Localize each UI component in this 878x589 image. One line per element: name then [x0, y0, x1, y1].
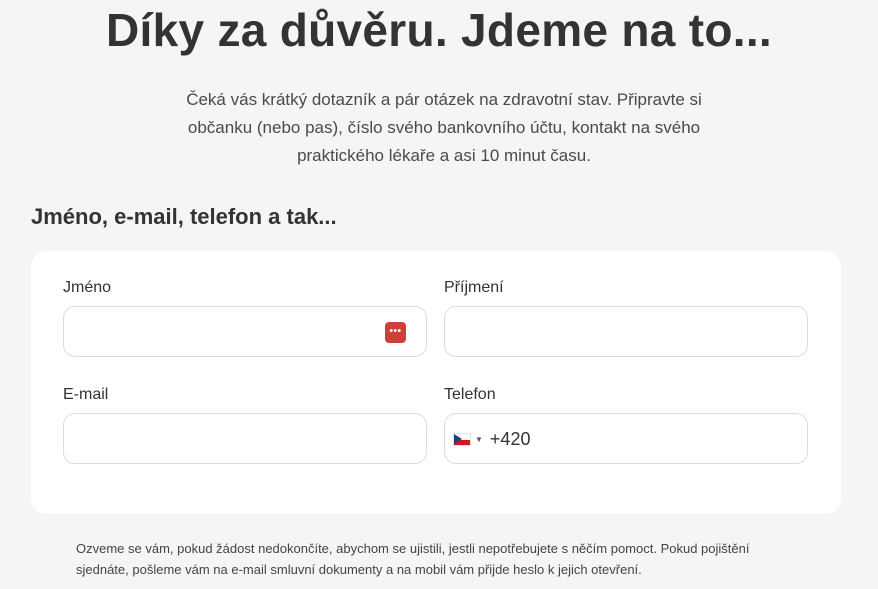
first-name-label: Jméno [63, 279, 112, 296]
contact-form-card: Jméno ••• Příjmení E-mail Telefon ▼ +420 [31, 251, 841, 514]
phone-input[interactable]: ▼ +420 [444, 413, 808, 464]
email-input[interactable] [63, 413, 427, 464]
chevron-down-icon: ▼ [475, 435, 483, 444]
last-name-label: Příjmení [444, 279, 504, 296]
intro-text: Čeká vás krátký dotazník a pár otázek na… [186, 90, 702, 165]
country-code-selector[interactable]: ▼ +420 [453, 414, 530, 465]
dial-code: +420 [489, 429, 531, 449]
page-title: Díky za důvěru. Jdeme na to... [106, 4, 772, 56]
section-title: Jméno, e-mail, telefon a tak... [31, 204, 337, 229]
phone-label: Telefon [444, 386, 496, 403]
privacy-footnote: Ozveme se vám, pokud žádost nedokončíte,… [76, 541, 750, 577]
czech-flag-icon [453, 433, 471, 446]
email-label: E-mail [63, 386, 109, 403]
password-manager-icon[interactable]: ••• [385, 322, 406, 343]
first-name-input[interactable]: ••• [63, 306, 427, 357]
last-name-input[interactable] [444, 306, 808, 357]
